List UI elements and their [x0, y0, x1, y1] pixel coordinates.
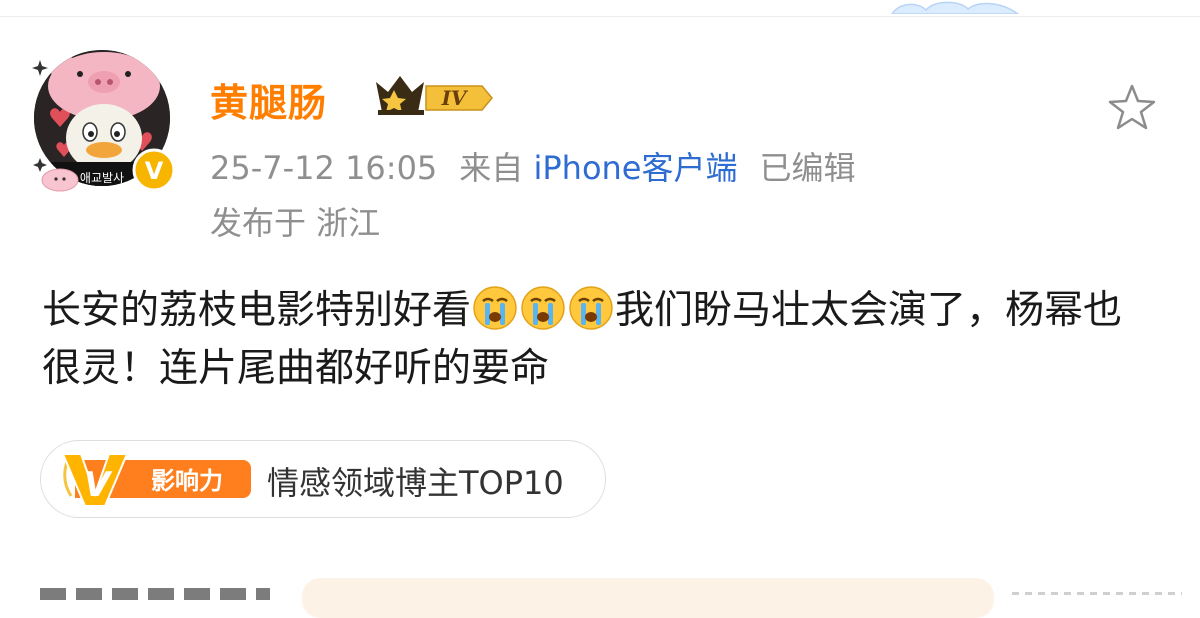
avatar-image: 애교발사 V [32, 50, 176, 192]
post-time: 25-7-12 16:05 [210, 149, 438, 187]
crown-level-icon: IV [376, 76, 493, 115]
post-meta: 25-7-12 16:05 来自 iPhone客户端 已编辑 [210, 143, 856, 189]
influence-tag[interactable]: V 影响力 情感领域博主TOP10 [40, 440, 606, 518]
top-divider [0, 16, 1200, 17]
avatar[interactable]: 애교발사 V [30, 46, 178, 194]
svg-text:V: V [145, 157, 164, 185]
post-text: 长安的荔枝电影特别好看 我们盼马壮太会演了，杨幂也很灵！连片尾曲都好听的要命 [42, 282, 1142, 398]
cropped-card [302, 578, 994, 618]
edited-label[interactable]: 已编辑 [760, 149, 856, 187]
influence-tag-text: 情感领域博主TOP10 [267, 464, 564, 502]
level-label: IV [441, 86, 469, 110]
badge-letter: V [84, 465, 113, 505]
badge-label: 影响力 [151, 467, 223, 495]
source-link[interactable]: iPhone客户端 [533, 149, 737, 187]
cloud-decoration-icon [891, 1, 1020, 14]
cropped-divider [1012, 592, 1182, 595]
cropped-text-row [40, 588, 270, 600]
post-text-part1: 长安的荔枝电影特别好看 [42, 288, 472, 333]
post-location: 发布于 浙江 [210, 204, 381, 242]
crying-face-icon [520, 285, 566, 331]
crying-face-icon [472, 285, 518, 331]
author-name[interactable]: 黄腿肠 [210, 72, 327, 127]
influence-badge: V 影响力 [61, 453, 251, 507]
source-prefix: 来自 [459, 149, 524, 187]
svg-text:애교발사: 애교발사 [80, 171, 124, 185]
star-icon[interactable] [1106, 82, 1158, 132]
crying-face-icon [568, 285, 614, 331]
